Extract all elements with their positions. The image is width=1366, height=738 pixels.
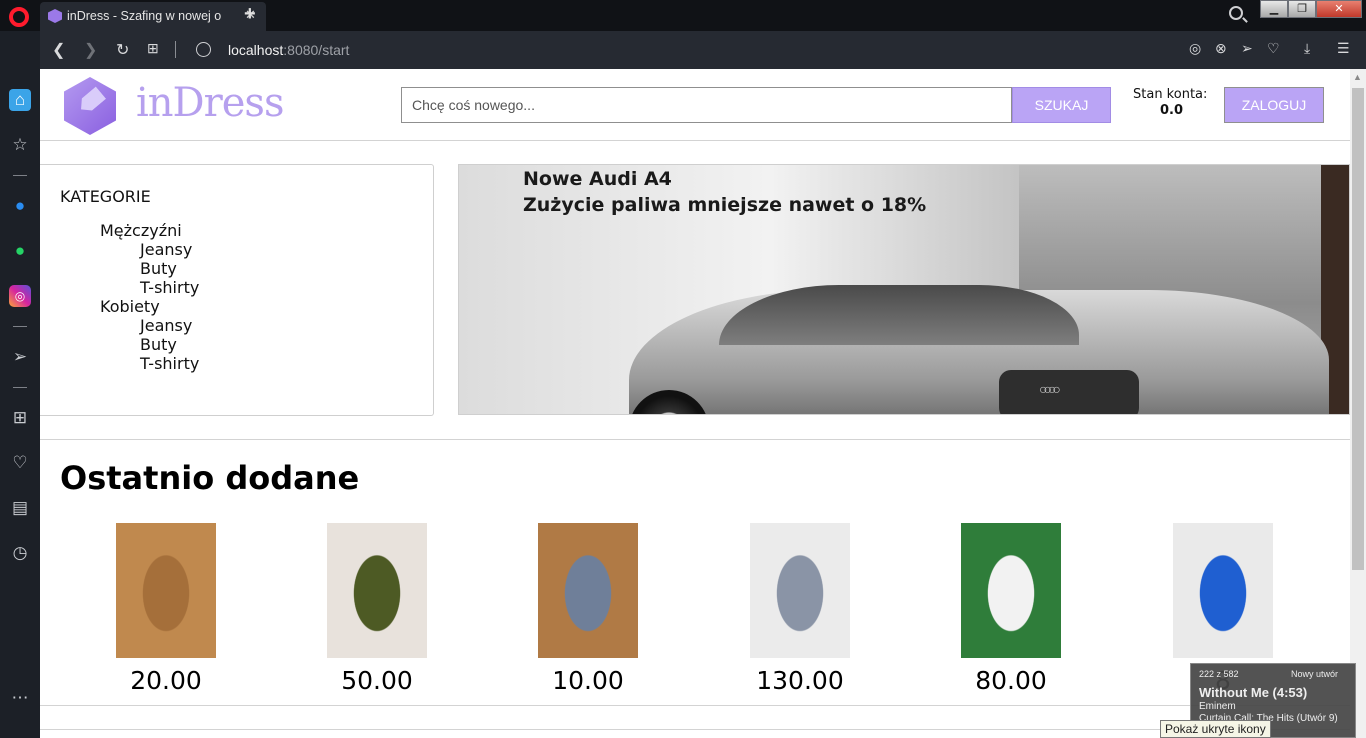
scroll-up-icon[interactable]: ▲: [1353, 72, 1362, 82]
tab-indress[interactable]: inDress - Szafing w nowej o ✕: [40, 2, 266, 31]
history-icon[interactable]: ◷: [9, 542, 31, 564]
recent-title: Ostatnio dodane: [60, 459, 360, 497]
back-icon[interactable]: ❮: [52, 40, 65, 60]
audi-rings-icon: ○○○○: [1039, 381, 1061, 397]
snapshot-icon[interactable]: ◎: [1189, 40, 1201, 57]
banner-headline: Nowe Audi A4: [523, 168, 672, 190]
forward-icon[interactable]: ❯: [84, 40, 97, 60]
car-grille: [999, 370, 1139, 414]
artist-name: Eminem: [1199, 701, 1236, 712]
divider: [13, 387, 27, 388]
category-women-jeans[interactable]: Jeansy: [140, 316, 192, 335]
category-women-tshirts[interactable]: T-shirty: [140, 354, 199, 373]
flow-icon[interactable]: ➢: [9, 346, 31, 368]
instagram-icon[interactable]: ◎: [9, 285, 31, 307]
product-card[interactable]: 50.00: [312, 523, 442, 703]
divider: [13, 326, 27, 327]
banner-subheadline: Zużycie paliwa mniejsze nawet o 18%: [523, 194, 927, 216]
download-icon[interactable]: ⤓: [1304, 40, 1310, 57]
categories-panel: KATEGORIE Mężczyźni Jeansy Buty T-shirty…: [40, 164, 434, 416]
send-icon[interactable]: ➢: [1241, 40, 1253, 57]
product-price: 20.00: [130, 666, 202, 695]
browser-sidebar: ⌂ ☆ ● ● ◎ ➢ ⊞ ♡ ▤ ◷ ⋯: [0, 31, 40, 738]
divider: [40, 439, 1350, 440]
tab-search-icon[interactable]: [1229, 6, 1243, 20]
product-price: 50.00: [341, 666, 413, 695]
tabs-icon[interactable]: ⊞: [9, 407, 31, 429]
favorites-icon[interactable]: ♡: [9, 452, 31, 474]
close-window-button[interactable]: ✕: [1316, 0, 1362, 18]
web-page: inDress SZUKAJ Stan konta: 0.0 ZALOGUJ K…: [40, 69, 1350, 738]
adblock-icon[interactable]: ⊗: [1215, 40, 1227, 57]
category-men-shoes[interactable]: Buty: [140, 259, 177, 278]
product-image[interactable]: [750, 523, 850, 658]
categories-title: KATEGORIE: [60, 187, 151, 206]
menu-icon[interactable]: ☰: [1337, 40, 1350, 57]
divider: [40, 729, 1350, 730]
divider: [40, 140, 1350, 141]
new-track-label: Nowy utwór: [1291, 669, 1339, 679]
opera-logo-icon[interactable]: [9, 7, 29, 27]
product-image[interactable]: [327, 523, 427, 658]
home-icon[interactable]: ⌂: [9, 89, 31, 111]
divider: [40, 705, 1350, 706]
bookmarks-icon[interactable]: ☆: [9, 134, 31, 156]
login-button[interactable]: ZALOGUJ: [1224, 87, 1324, 123]
reload-icon[interactable]: ↻: [116, 40, 129, 60]
url-field[interactable]: localhost:8080/start: [228, 42, 349, 58]
tab-favicon-icon: [48, 9, 62, 23]
tab-title: inDress - Szafing w nowej o: [67, 9, 222, 23]
tabs-grid-icon[interactable]: ⊞: [147, 40, 159, 57]
product-price: 80.00: [975, 666, 1047, 695]
balance-label: Stan konta:: [1133, 87, 1208, 102]
new-tab-button[interactable]: +: [244, 4, 256, 24]
product-image[interactable]: [961, 523, 1061, 658]
category-men-jeans[interactable]: Jeansy: [140, 240, 192, 259]
car-window: [719, 285, 1079, 345]
address-bar: ❮ ❯ ↻ ⊞ localhost:8080/start ◎ ⊗ ➢ ♡ ⤓ ☰: [40, 31, 1366, 69]
category-men-tshirts[interactable]: T-shirty: [140, 278, 199, 297]
product-price: 10.00: [552, 666, 624, 695]
heart-icon[interactable]: ♡: [1267, 40, 1280, 57]
whatsapp-icon[interactable]: ●: [9, 240, 31, 262]
minimize-button[interactable]: ▁: [1260, 0, 1288, 18]
hidden-icons-tooltip: Pokaż ukryte ikony: [1160, 720, 1271, 738]
product-image[interactable]: [116, 523, 216, 658]
maximize-button[interactable]: ❐: [1288, 0, 1316, 18]
more-icon[interactable]: ⋯: [9, 687, 31, 709]
search-input[interactable]: [401, 87, 1012, 123]
search-button[interactable]: SZUKAJ: [1012, 87, 1111, 123]
product-card[interactable]: 80.00: [946, 523, 1076, 703]
messenger-icon[interactable]: ●: [9, 195, 31, 217]
category-women[interactable]: Kobiety: [100, 297, 160, 316]
divider: [13, 175, 27, 176]
product-price: 130.00: [756, 666, 844, 695]
balance-value: 0.0: [1160, 103, 1184, 118]
ad-banner[interactable]: ○○○○ Nowe Audi A4 Zużycie paliwa mniejsz…: [458, 164, 1350, 415]
category-women-shoes[interactable]: Buty: [140, 335, 177, 354]
product-image[interactable]: [538, 523, 638, 658]
product-card[interactable]: 10.00: [523, 523, 653, 703]
song-title: Without Me (4:53): [1199, 685, 1308, 700]
category-men[interactable]: Mężczyźni: [100, 221, 182, 240]
news-icon[interactable]: ▤: [9, 497, 31, 519]
product-image[interactable]: [1173, 523, 1273, 658]
logo-text[interactable]: inDress: [136, 80, 284, 126]
track-count: 222 z 582: [1199, 669, 1239, 679]
divider: [175, 41, 176, 58]
product-card[interactable]: 130.00: [735, 523, 865, 703]
browser-tab-bar: inDress - Szafing w nowej o ✕ + ▁ ❐ ✕: [0, 0, 1366, 31]
product-card[interactable]: 20.00: [101, 523, 231, 703]
site-info-icon[interactable]: [196, 42, 211, 57]
scrollbar-thumb[interactable]: [1352, 88, 1364, 570]
